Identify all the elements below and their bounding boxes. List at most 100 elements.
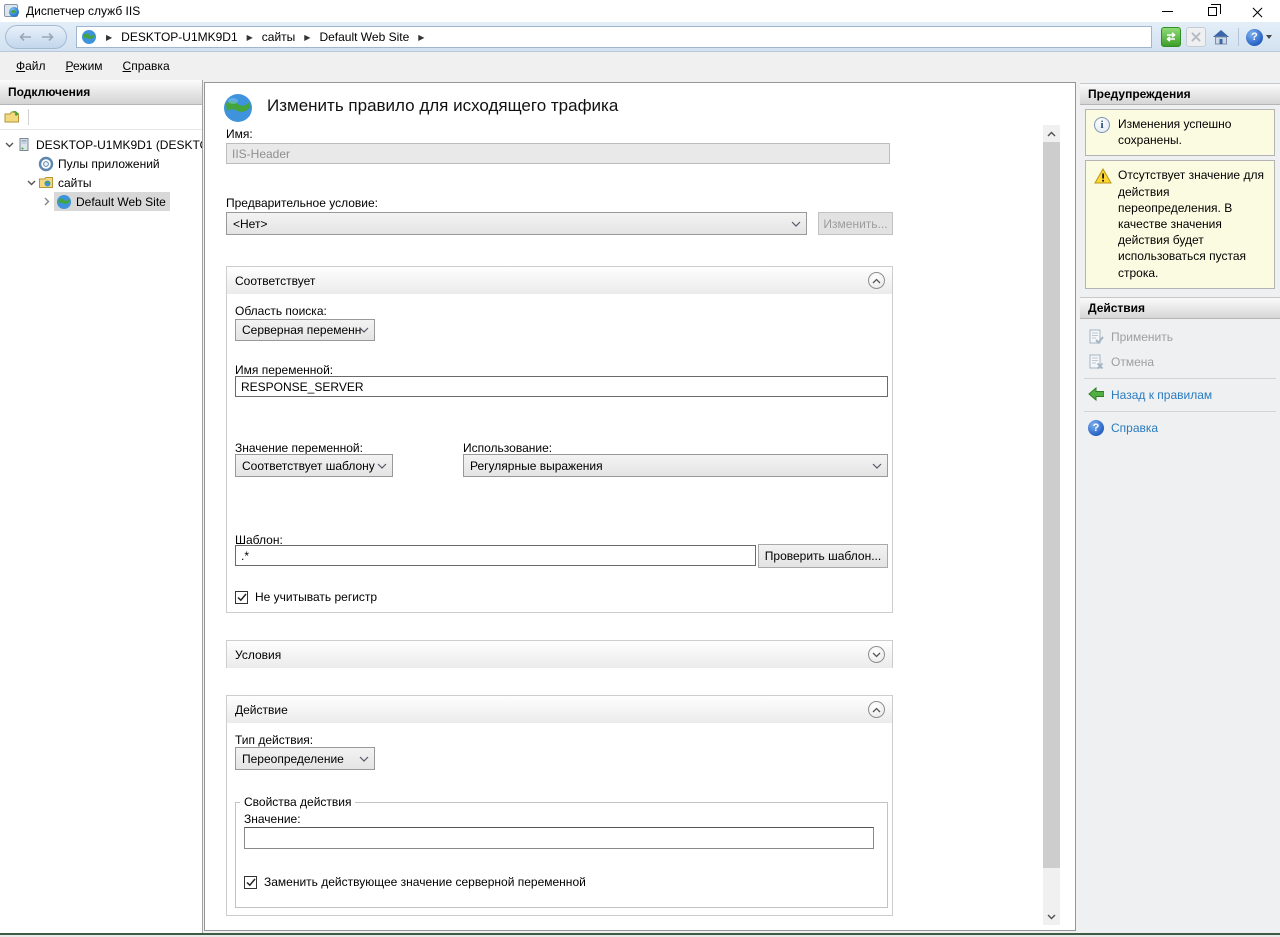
edit-precondition-button[interactable]: Изменить... — [818, 212, 893, 235]
apply-action[interactable]: Применить — [1080, 326, 1280, 348]
forward-icon[interactable] — [41, 32, 55, 42]
vertical-scrollbar[interactable] — [1043, 125, 1060, 925]
help-menu-button[interactable]: ? — [1246, 29, 1272, 46]
precondition-label: Предварительное условие: — [226, 196, 378, 210]
home-icon[interactable] — [1211, 27, 1231, 47]
toolbar-separator — [1238, 28, 1239, 46]
info-icon: i — [1094, 117, 1110, 133]
usage-select[interactable]: Регулярные выражения — [463, 454, 888, 477]
ignore-case-label: Не учитывать регистр — [255, 590, 377, 604]
connections-tree: DESKTOP-U1MK9D1 (DESKTOP Пулы приложений… — [0, 130, 202, 211]
save-connection-icon[interactable] — [4, 109, 20, 125]
scrollbar-thumb[interactable] — [1043, 142, 1060, 868]
name-label: Имя: — [226, 127, 253, 141]
tree-label-default-web-site: Default Web Site — [76, 195, 166, 209]
replace-value-checkbox[interactable]: Заменить действующее значение серверной … — [244, 875, 586, 889]
usage-label: Использование: — [463, 441, 552, 455]
variable-value-select[interactable]: Соответствует шаблону — [235, 454, 393, 477]
chevron-down-icon — [791, 221, 801, 227]
cancel-action[interactable]: Отмена — [1080, 351, 1280, 373]
scope-select[interactable]: Серверная переменн — [235, 319, 375, 341]
precondition-select[interactable]: <Нет> — [226, 212, 807, 235]
actions-header: Действия — [1080, 297, 1280, 319]
warnings-header: Предупреждения — [1080, 83, 1280, 105]
warning-text: Отсутствует значение для действия переоп… — [1118, 168, 1264, 279]
tree-item-sites[interactable]: сайты — [0, 173, 202, 192]
tree-label-sites: сайты — [58, 176, 92, 190]
action-properties-legend: Свойства действия — [240, 795, 355, 809]
chevron-down-icon — [359, 327, 369, 333]
action-section-title: Действие — [235, 703, 288, 717]
back-icon[interactable] — [18, 32, 32, 42]
app-pools-icon — [38, 156, 54, 172]
action-type-select[interactable]: Переопределение — [235, 747, 375, 770]
action-properties-group: Свойства действия Значение: Заменить дей… — [235, 795, 888, 908]
nav-buttons — [5, 25, 67, 49]
chevron-down-icon[interactable] — [2, 142, 16, 148]
precondition-value: <Нет> — [233, 217, 267, 231]
scroll-down-icon[interactable] — [1043, 908, 1060, 925]
help-icon: ? — [1246, 29, 1263, 46]
warning-notification: Отсутствует значение для действия переоп… — [1085, 160, 1275, 288]
back-arrow-icon — [1088, 387, 1104, 403]
tree-item-default-web-site[interactable]: Default Web Site — [0, 192, 202, 211]
tree-item-server[interactable]: DESKTOP-U1MK9D1 (DESKTOP — [0, 135, 202, 154]
iis-manager-window: Диспетчер служб IIS ▶ DESKTOP-U1MK9D1 ▶ … — [0, 0, 1280, 937]
expand-conditions-button[interactable] — [868, 646, 885, 663]
chevron-down-icon[interactable] — [24, 180, 38, 186]
usage-value: Регулярные выражения — [470, 459, 603, 473]
apply-label: Применить — [1111, 330, 1173, 344]
refresh-icon[interactable] — [1161, 27, 1181, 47]
scroll-up-icon[interactable] — [1043, 125, 1060, 142]
menu-help[interactable]: Справка — [115, 55, 178, 77]
variable-name-label: Имя переменной: — [235, 363, 333, 377]
match-section: Соответствует Область поиска: Серверная … — [226, 266, 893, 613]
test-pattern-button[interactable]: Проверить шаблон... — [758, 544, 888, 568]
action-type-value: Переопределение — [242, 752, 344, 766]
crumb-separator-icon: ▶ — [247, 33, 253, 42]
breadcrumb-sites[interactable]: сайты — [262, 30, 296, 44]
info-text: Изменения успешно сохранены. — [1118, 117, 1231, 147]
scope-value: Серверная переменн — [242, 323, 361, 337]
breadcrumb-default-web-site[interactable]: Default Web Site — [319, 30, 409, 44]
tree-item-app-pools[interactable]: Пулы приложений — [0, 154, 202, 173]
connections-panel: Подключения DESKTOP-U1MK9D1 (DESKTOP Пул… — [0, 80, 203, 933]
collapse-match-button[interactable] — [868, 272, 885, 289]
sites-folder-icon — [38, 175, 54, 191]
conditions-section-title: Условия — [235, 648, 281, 662]
breadcrumb-server[interactable]: DESKTOP-U1MK9D1 — [121, 30, 237, 44]
ignore-case-checkbox[interactable]: Не учитывать регистр — [235, 590, 377, 604]
back-to-rules-link[interactable]: Назад к правилам — [1080, 384, 1280, 406]
cancel-label: Отмена — [1111, 355, 1154, 369]
name-field[interactable] — [226, 143, 890, 164]
menu-bar: Файл Режим Справка — [0, 52, 1280, 80]
scope-label: Область поиска: — [235, 304, 327, 318]
help-icon: ? — [1088, 420, 1104, 436]
chevron-down-icon — [377, 463, 387, 469]
minimize-button[interactable] — [1145, 0, 1190, 22]
checkbox-checked-icon — [244, 876, 257, 889]
chevron-down-icon — [872, 463, 882, 469]
chevron-right-icon[interactable] — [40, 197, 54, 206]
close-button[interactable] — [1235, 0, 1280, 22]
stop-icon[interactable] — [1186, 27, 1206, 47]
back-to-rules-label: Назад к правилам — [1111, 388, 1212, 402]
action-value-input[interactable] — [244, 827, 874, 849]
globe-icon[interactable] — [81, 29, 97, 45]
replace-value-label: Заменить действующее значение серверной … — [264, 875, 586, 889]
edit-outbound-rule-page: Изменить правило для исходящего трафика … — [204, 82, 1076, 931]
help-link[interactable]: ? Справка — [1080, 417, 1280, 439]
variable-name-input[interactable] — [235, 376, 888, 397]
actions-separator — [1084, 411, 1276, 412]
pattern-input[interactable] — [235, 545, 756, 566]
collapse-action-button[interactable] — [868, 701, 885, 718]
variable-value-label: Значение переменной: — [235, 441, 363, 455]
action-section: Действие Тип действия: Переопределение С… — [226, 695, 893, 916]
restore-button[interactable] — [1190, 0, 1235, 22]
window-title: Диспетчер служб IIS — [26, 4, 140, 18]
menu-file[interactable]: Файл — [8, 55, 54, 77]
app-icon — [4, 3, 20, 19]
info-notification: i Изменения успешно сохранены. — [1085, 109, 1275, 156]
action-type-label: Тип действия: — [235, 733, 313, 747]
menu-view[interactable]: Режим — [58, 55, 111, 77]
